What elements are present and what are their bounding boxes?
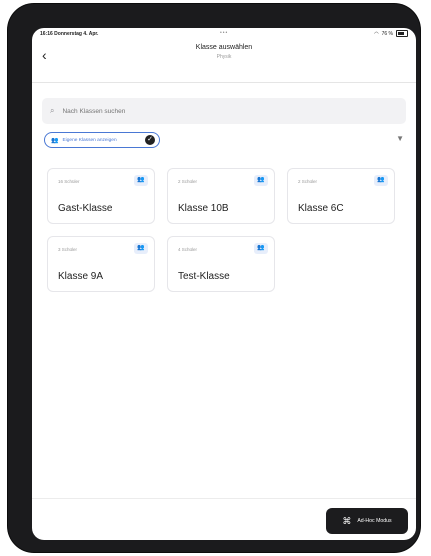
adhoc-mode-label: Ad-Hoc Modus — [357, 518, 392, 524]
people-icon: 👥 — [134, 175, 148, 186]
wifi-icon: ◠ — [374, 30, 379, 37]
search-input[interactable] — [60, 106, 365, 116]
battery-icon — [396, 30, 408, 37]
bottom-divider — [32, 498, 416, 499]
ipad-frame: 16:16 Donnerstag 4. Apr. ••• ◠ 76 % ‹ Kl… — [8, 4, 420, 552]
checkmark-icon: ✓ — [145, 135, 155, 145]
app-screen: 16:16 Donnerstag 4. Apr. ••• ◠ 76 % ‹ Kl… — [32, 28, 416, 540]
status-bar: 16:16 Donnerstag 4. Apr. ••• ◠ 76 % — [32, 28, 416, 42]
page-title: Klasse auswählen — [195, 44, 253, 51]
people-icon: 👥 — [51, 137, 59, 144]
search-bar[interactable]: ⌕ — [42, 98, 406, 124]
student-count: 2 Schüler — [298, 179, 318, 184]
page-subtitle: Physik — [216, 54, 232, 60]
filter-icon[interactable]: ▼ — [396, 134, 404, 143]
people-icon: 👥 — [254, 175, 268, 186]
class-card-klasse-10b[interactable]: 2 Schüler 👥 Klasse 10B — [167, 168, 275, 224]
filter-chip-label: Eigene Klassen anzeigen — [62, 137, 117, 143]
class-card-klasse-6c[interactable]: 2 Schüler 👥 Klasse 6C — [287, 168, 395, 224]
student-count: 3 Schüler — [58, 247, 78, 252]
people-icon: 👥 — [134, 243, 148, 254]
adhoc-mode-button[interactable]: ⌘ Ad-Hoc Modus — [326, 508, 408, 534]
people-icon: 👥 — [374, 175, 388, 186]
class-name: Klasse 6C — [298, 203, 344, 214]
status-right: ◠ 76 % — [374, 30, 408, 37]
people-icon: 👥 — [254, 243, 268, 254]
student-count: 16 Schüler — [58, 179, 80, 184]
class-name: Test-Klasse — [178, 271, 230, 282]
class-name: Klasse 9A — [58, 271, 104, 282]
adhoc-icon: ⌘ — [342, 515, 352, 526]
navigation-bar: ‹ Klasse auswählen Physik — [32, 42, 416, 83]
class-name: Gast-Klasse — [58, 203, 113, 214]
student-count: 2 Schüler — [178, 179, 198, 184]
own-classes-filter-chip[interactable]: 👥 Eigene Klassen anzeigen ✓ — [44, 132, 160, 148]
class-card-test-klasse[interactable]: 4 Schüler 👥 Test-Klasse — [167, 236, 275, 292]
class-card-klasse-9a[interactable]: 3 Schüler 👥 Klasse 9A — [47, 236, 155, 292]
status-time: 16:16 Donnerstag 4. Apr. — [40, 31, 99, 37]
student-count: 4 Schüler — [178, 247, 198, 252]
search-icon: ⌕ — [50, 106, 55, 115]
class-name: Klasse 10B — [178, 203, 229, 214]
battery-percent: 76 % — [381, 30, 393, 37]
class-card-gast-klasse[interactable]: 16 Schüler 👥 Gast-Klasse — [47, 168, 155, 224]
multitasking-dots[interactable]: ••• — [220, 30, 228, 36]
